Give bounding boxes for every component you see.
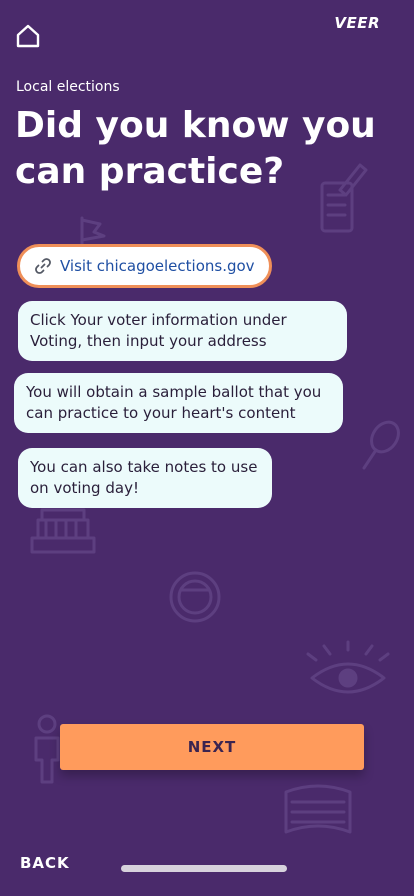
eye-icon xyxy=(306,640,390,694)
back-button[interactable]: BACK xyxy=(20,854,70,872)
home-icon xyxy=(16,24,40,48)
home-indicator-bar[interactable] xyxy=(121,865,287,872)
info-bubble-1: Click Your voter information under Votin… xyxy=(18,301,347,361)
capitol-icon xyxy=(30,508,96,554)
waving-flag-icon xyxy=(284,784,352,834)
microphone-icon xyxy=(362,420,400,470)
person-icon xyxy=(34,714,60,784)
link-icon xyxy=(35,258,51,274)
page-title: Did you know you can practice? xyxy=(15,105,376,192)
home-button[interactable] xyxy=(14,22,42,50)
vote-badge-icon xyxy=(169,571,221,623)
section-label: Local elections xyxy=(16,79,120,95)
info-bubble-2: You will obtain a sample ballot that you… xyxy=(14,373,343,433)
brand-logo: VEER xyxy=(334,14,380,32)
next-button[interactable]: NEXT xyxy=(60,724,364,770)
info-bubble-3: You can also take notes to use on voting… xyxy=(18,448,272,508)
visit-website-link[interactable]: Visit chicagoelections.gov xyxy=(17,244,272,288)
visit-website-link-label: Visit chicagoelections.gov xyxy=(60,257,255,275)
